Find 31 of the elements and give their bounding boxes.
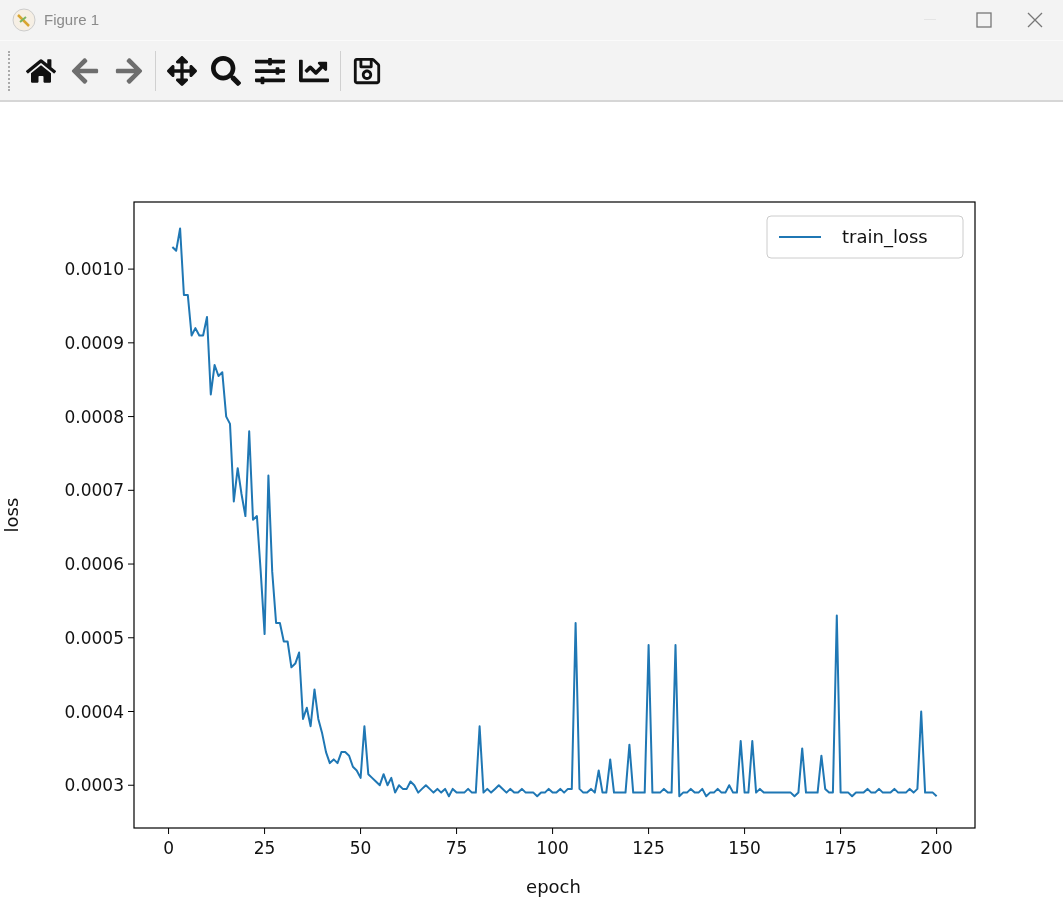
x-tick-label: 175 xyxy=(824,838,857,858)
move-icon xyxy=(167,55,197,86)
app-logo-icon xyxy=(12,8,36,32)
legend-label: train_loss xyxy=(842,226,928,247)
sliders-icon xyxy=(255,55,285,86)
y-tick-label: 0.0007 xyxy=(64,480,124,501)
x-axis-label: epoch xyxy=(526,876,581,897)
window-title: Figure 1 xyxy=(44,9,100,30)
save-icon xyxy=(352,55,382,86)
y-tick-label: 0.0006 xyxy=(64,554,124,575)
x-tick-label: 75 xyxy=(445,838,468,858)
y-axis-label: loss xyxy=(1,497,22,533)
maximize-icon xyxy=(976,12,992,28)
x-tick-label: 25 xyxy=(253,838,276,858)
y-tick-label: 0.0003 xyxy=(64,775,124,796)
close-icon xyxy=(1027,12,1043,28)
y-tick-label: 0.0008 xyxy=(64,406,124,427)
y-tick-label: 0.0010 xyxy=(64,259,124,280)
search-icon xyxy=(211,55,241,86)
back-arrow-icon xyxy=(70,55,100,86)
y-tick-label: 0.0009 xyxy=(64,332,124,353)
x-tick-label: 100 xyxy=(536,838,569,858)
x-tick-label: 50 xyxy=(349,838,372,858)
forward-arrow-icon xyxy=(114,55,144,86)
x-tick-label: 125 xyxy=(632,838,665,858)
x-tick-label: 200 xyxy=(920,838,953,858)
x-tick-label: 0 xyxy=(163,838,174,858)
y-tick-label: 0.0005 xyxy=(64,627,124,648)
x-tick-label: 150 xyxy=(728,838,761,858)
y-tick-label: 0.0004 xyxy=(64,701,124,722)
legend-line xyxy=(778,236,822,238)
